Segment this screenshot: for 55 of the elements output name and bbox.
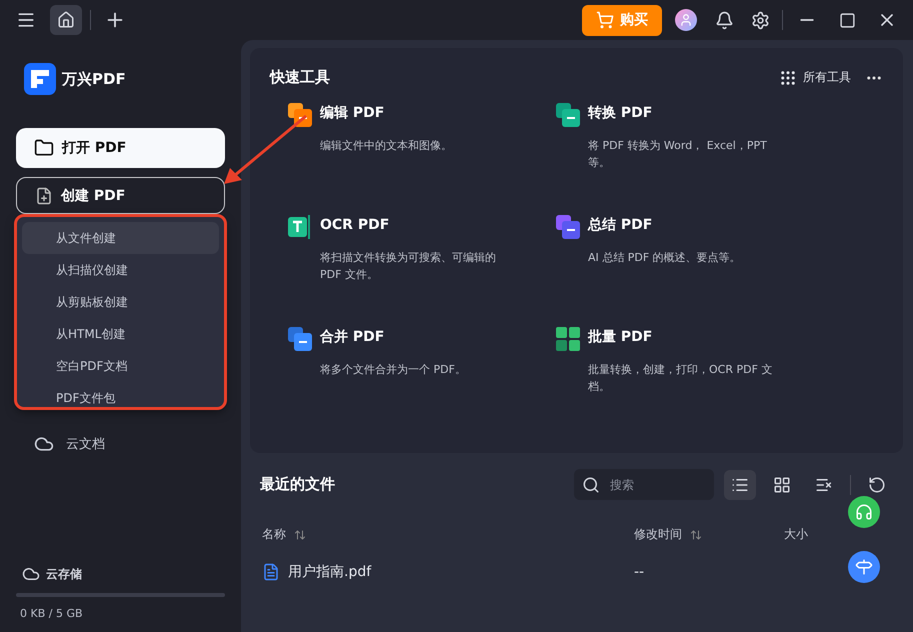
- menu-item[interactable]: 从扫描仪创建: [22, 254, 219, 286]
- all-tools-button[interactable]: 所有工具: [779, 68, 851, 86]
- menu-item[interactable]: 从文件创建: [22, 222, 219, 254]
- tool-title[interactable]: 合并 PDF: [320, 327, 556, 351]
- sort-icon[interactable]: [690, 528, 702, 540]
- headset-icon: [855, 503, 873, 521]
- tool-title[interactable]: 总结 PDF: [588, 215, 824, 239]
- create-pdf-button[interactable]: 创建 PDF: [16, 177, 225, 214]
- cart-icon: [596, 11, 614, 29]
- modified-time: --: [634, 564, 644, 580]
- tool-title[interactable]: OCR PDF: [320, 215, 556, 239]
- column-header[interactable]: 名称: [262, 526, 286, 543]
- tool-description: 编辑文件中的文本和图像。: [320, 138, 453, 154]
- menu-item[interactable]: PDF文件包: [22, 382, 219, 408]
- dot-grid-icon: [779, 68, 797, 86]
- cloud-icon: [22, 565, 40, 583]
- file-plus-icon: [35, 186, 53, 204]
- storage-usage: 0 KB / 5 GB: [19, 607, 84, 620]
- app-name: 万兴PDF: [62, 70, 126, 88]
- user-icon: [679, 13, 693, 27]
- four-squares-icon: [556, 327, 580, 351]
- section-title: 快速工具: [270, 68, 330, 87]
- tool-description: 将多个文件合并为一个 PDF。: [320, 362, 467, 378]
- tool-title[interactable]: 编辑 PDF: [320, 103, 556, 127]
- search-field[interactable]: 搜索: [574, 469, 714, 500]
- list-view-icon[interactable]: [724, 470, 756, 500]
- search-input[interactable]: 搜索: [608, 476, 698, 492]
- folder-icon: [34, 138, 54, 158]
- menu-item[interactable]: 从剪贴板创建: [22, 286, 219, 318]
- stacked-documents-icon: [556, 103, 580, 127]
- open-pdf-button[interactable]: 打开 PDF: [16, 128, 225, 168]
- column-header[interactable]: 修改时间: [634, 526, 682, 543]
- sort-icon[interactable]: [294, 528, 306, 540]
- section-title: 最近的文件: [260, 475, 335, 494]
- pdf-file-icon: [262, 563, 280, 581]
- cloud-docs-link[interactable]: 云文档: [66, 435, 105, 453]
- tool-description: 批量转换，创建，打印，OCR PDF 文档。: [588, 362, 774, 395]
- storage-label: 云存储: [46, 566, 82, 582]
- home-icon: [57, 11, 75, 29]
- letter-t-icon: [288, 215, 312, 239]
- tool-description: 将扫描文件转换为可搜索、可编辑的 PDF 文件。: [320, 250, 497, 283]
- logo-icon: [24, 63, 56, 95]
- tool-description: 将 PDF 转换为 Word， Excel，PPT 等。: [588, 138, 768, 171]
- search-icon: [582, 476, 600, 494]
- stacked-documents-icon: [288, 327, 312, 351]
- tool-title[interactable]: 批量 PDF: [588, 327, 824, 351]
- tool-title[interactable]: 转换 PDF: [588, 103, 824, 127]
- tool-description: AI 总结 PDF 的概述、要点等。: [588, 250, 742, 266]
- file-name[interactable]: 用户指南.pdf: [288, 563, 372, 581]
- menu-item[interactable]: 空白PDF文档: [22, 350, 219, 382]
- signpost-icon: [855, 558, 873, 576]
- menu-item[interactable]: 从HTML创建: [22, 318, 219, 350]
- stacked-documents-icon: [556, 215, 580, 239]
- home-button[interactable]: [50, 5, 82, 35]
- column-header[interactable]: 大小: [784, 526, 808, 543]
